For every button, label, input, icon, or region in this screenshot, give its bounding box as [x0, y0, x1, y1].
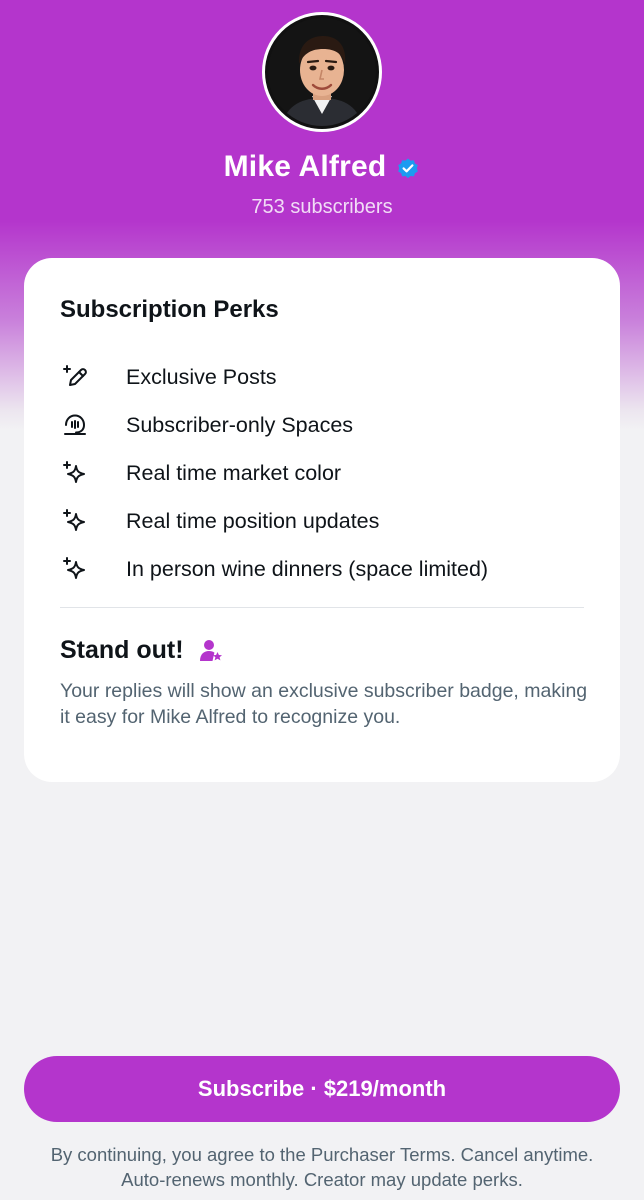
sparkle-icon: [60, 506, 90, 536]
standout-description: Your replies will show an exclusive subs…: [60, 680, 588, 728]
perk-item: In person wine dinners (space limited): [60, 554, 600, 584]
perk-item: Real time market color: [60, 458, 600, 488]
avatar-illustration: [268, 18, 376, 126]
subscription-page: Mike Alfred 753 subscribers Subscription…: [0, 0, 644, 1200]
pencil-sparkle-icon: [60, 362, 90, 392]
perk-label: In person wine dinners (space limited): [126, 557, 489, 581]
subscriber-badge-icon: [198, 638, 224, 664]
perks-card: Subscription Perks Exclusive Posts Subsc…: [24, 258, 620, 782]
divider: [60, 607, 584, 608]
standout-heading: Stand out!: [60, 636, 224, 665]
perk-label: Exclusive Posts: [126, 365, 277, 389]
perk-item: Exclusive Posts: [60, 362, 600, 392]
profile-name: Mike Alfred: [223, 150, 387, 183]
spaces-icon: [60, 410, 90, 440]
profile-name-row: Mike Alfred: [0, 150, 644, 184]
perks-title: Subscription Perks: [60, 296, 279, 323]
perk-label: Subscriber-only Spaces: [126, 413, 354, 437]
sparkle-icon: [60, 458, 90, 488]
perk-item: Subscriber-only Spaces: [60, 410, 600, 440]
subscribe-button[interactable]: Subscribe · $219/month: [24, 1056, 620, 1122]
standout-title: Stand out!: [60, 636, 184, 664]
avatar[interactable]: [262, 12, 382, 132]
legal-text: By continuing, you agree to the Purchase…: [50, 1144, 594, 1190]
subscriber-count: 753 subscribers: [251, 196, 393, 218]
sparkle-icon: [60, 554, 90, 584]
verified-badge-icon: [396, 157, 420, 181]
perk-item: Real time position updates: [60, 506, 600, 536]
perk-label: Real time market color: [126, 461, 342, 485]
perk-label: Real time position updates: [126, 509, 380, 533]
